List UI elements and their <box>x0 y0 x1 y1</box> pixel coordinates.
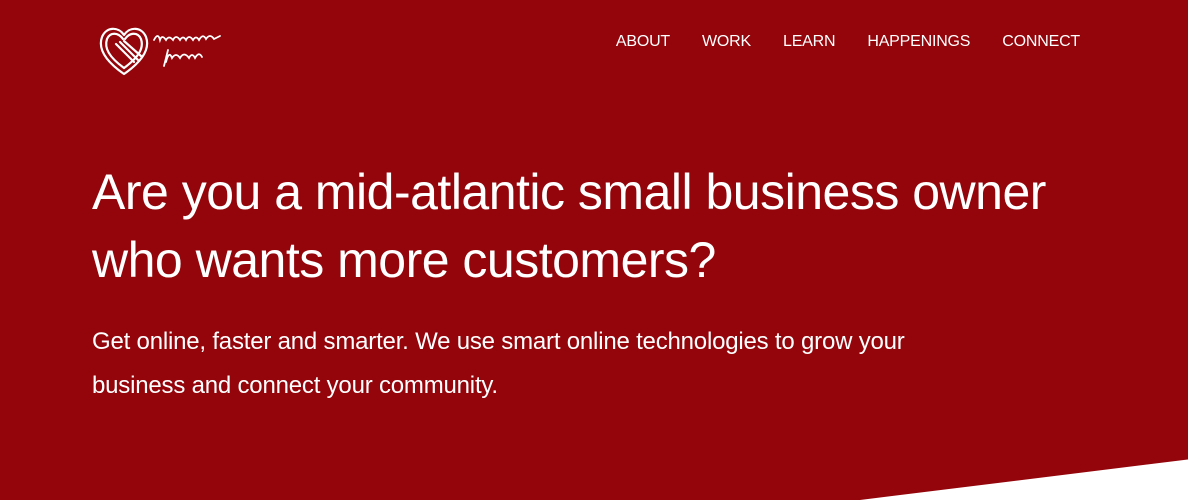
nav-item-connect[interactable]: CONNECT <box>1002 32 1080 52</box>
page-scrollbar[interactable] <box>1188 0 1200 500</box>
nav-item-happenings[interactable]: HAPPENINGS <box>867 32 970 52</box>
hero-headline: Are you a mid-atlantic small business ow… <box>92 164 1046 288</box>
heart-logo-icon <box>99 27 221 76</box>
nav-item-learn[interactable]: LEARN <box>783 32 836 52</box>
hero-section: ABOUT WORK LEARN HAPPENINGS CONNECT Are … <box>0 0 1200 500</box>
nav-item-about[interactable]: ABOUT <box>616 32 670 52</box>
hero-subtext: Get online, faster and smarter. We use s… <box>92 328 905 399</box>
logo-wordmark <box>153 35 221 67</box>
main-nav: ABOUT WORK LEARN HAPPENINGS CONNECT <box>584 32 1080 52</box>
site-logo-link[interactable] <box>96 22 256 82</box>
nav-item-work[interactable]: WORK <box>702 32 751 52</box>
